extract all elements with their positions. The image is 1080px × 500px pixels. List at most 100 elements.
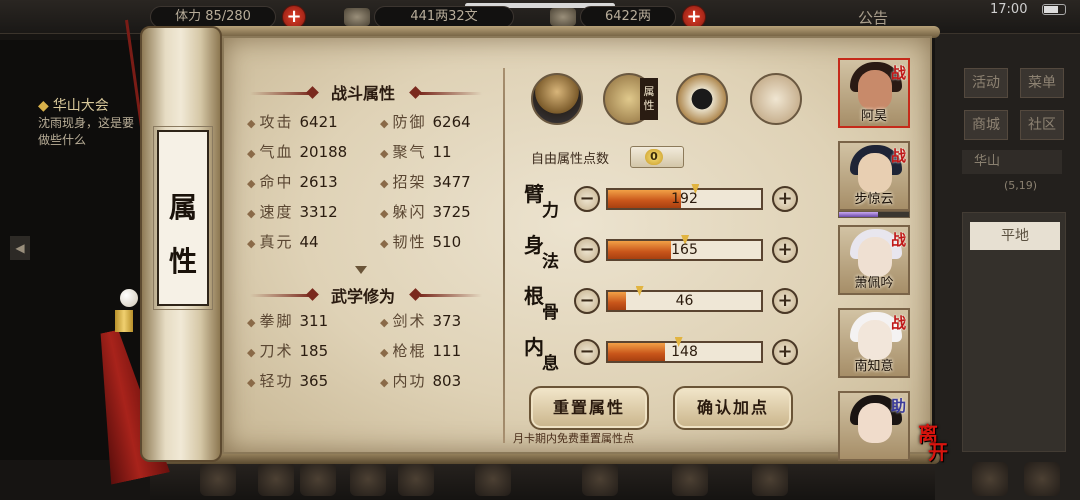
stat-label: 韧性: [392, 233, 427, 251]
increase-attribute-button[interactable]: +: [772, 186, 798, 212]
meridian-tab-body-icon[interactable]: [750, 73, 802, 125]
reset-attributes-button[interactable]: 重置属性: [529, 386, 649, 430]
jade-bead-icon: [120, 289, 138, 307]
menu-button[interactable]: 菜单: [1020, 68, 1064, 98]
quest-title[interactable]: 华山大会: [38, 95, 109, 115]
community-button[interactable]: 社区: [1020, 110, 1064, 140]
bottom-nav-icon[interactable]: [672, 462, 708, 496]
stat-label: 躲闪: [392, 203, 427, 221]
attribute-name-char: 息: [542, 354, 559, 374]
martial-stat-row: ◆ 剑术 373: [380, 310, 461, 331]
bottom-nav-icon[interactable]: [200, 462, 236, 496]
stat-diamond-icon: ◆: [247, 207, 256, 220]
stat-value: 365: [299, 372, 329, 390]
terrain-plain-label: 平地: [970, 222, 1060, 250]
column-divider: [503, 68, 505, 443]
stat-value: 6421: [299, 113, 338, 131]
cultivation-mini-fill: [839, 212, 878, 217]
bottom-nav-icon[interactable]: [300, 462, 336, 496]
attribute-name: 身法: [522, 229, 566, 279]
leave-button[interactable]: 离 开: [918, 424, 948, 464]
attribute-name-char: 身: [524, 233, 544, 257]
stat-diamond-icon: ◆: [380, 207, 389, 220]
stat-label: 剑术: [392, 312, 427, 330]
bottom-nav-icon[interactable]: [258, 462, 294, 496]
member-name: 萧佩吟: [854, 276, 894, 291]
shop-button[interactable]: 商城: [964, 110, 1008, 140]
stat-diamond-icon: ◆: [247, 376, 256, 389]
party-member-portrait[interactable]: 战萧佩吟: [838, 225, 910, 295]
attributes-tab-label: 属性: [640, 78, 658, 120]
confirm-points-button[interactable]: 确认加点: [673, 386, 793, 430]
combat-stat-row: ◆ 攻击 6421: [247, 111, 338, 132]
decrease-attribute-button[interactable]: −: [574, 339, 600, 365]
notice-button[interactable]: 公告: [858, 7, 888, 28]
portrait-face-icon: [858, 403, 892, 443]
stat-value: 20188: [299, 143, 348, 161]
stat-label: 聚气: [392, 143, 427, 161]
quest-description: 沈雨现身，这是要做些什么: [38, 116, 135, 147]
bottom-nav-icon[interactable]: [1024, 462, 1060, 496]
party-member-portrait[interactable]: 战步惊云: [838, 141, 910, 211]
combat-stat-row: ◆ 韧性 510: [380, 231, 461, 252]
stat-diamond-icon: ◆: [247, 316, 256, 329]
stat-diamond-icon: ◆: [247, 237, 256, 250]
stat-label: 刀术: [259, 342, 294, 360]
combat-stat-row: ◆ 聚气 11: [380, 141, 452, 162]
equipment-tab-straw-hat-icon[interactable]: [531, 73, 583, 125]
cultivation-mini-bar: [838, 211, 910, 218]
party-member-portrait[interactable]: 助: [838, 391, 910, 461]
leave-char: 开: [928, 440, 948, 464]
increase-attribute-button[interactable]: +: [772, 339, 798, 365]
copper-display: 441两32文: [374, 6, 514, 28]
location-coords: (5,19): [1004, 179, 1038, 192]
scroll-title-char: 性: [168, 245, 197, 278]
attribute-name-char: 力: [542, 201, 559, 221]
combat-section-title: 战斗属性: [330, 84, 395, 103]
free-points-label: 自由属性点数: [531, 152, 610, 167]
decrease-attribute-button[interactable]: −: [574, 237, 600, 263]
stat-diamond-icon: ◆: [380, 117, 389, 130]
stat-value: 185: [299, 342, 329, 360]
party-member-portrait[interactable]: 战阿昊: [838, 58, 910, 128]
stat-diamond-icon: ◆: [380, 237, 389, 250]
stat-value: 111: [432, 342, 462, 360]
martial-section-title: 武学修为: [330, 287, 395, 306]
stat-value: 3312: [299, 203, 338, 221]
stamina-display: 体力 85/280: [150, 6, 276, 28]
attribute-value: 46: [675, 293, 694, 309]
member-role-tag: 战: [890, 147, 906, 165]
title-ornament: [250, 294, 312, 297]
member-name: 步惊云: [854, 192, 894, 207]
stat-value: 11: [432, 143, 452, 161]
stat-value: 2613: [299, 173, 338, 191]
increase-attribute-button[interactable]: +: [772, 237, 798, 263]
bagua-tab-icon[interactable]: [676, 73, 728, 125]
stat-label: 拳脚: [259, 312, 294, 330]
silver-ingot-icon: [550, 8, 576, 26]
bottom-nav-icon[interactable]: [475, 462, 511, 496]
tassel-cap: [115, 310, 133, 332]
activity-button[interactable]: 活动: [964, 68, 1008, 98]
bottom-nav-icon[interactable]: [582, 462, 618, 496]
martial-stat-row: ◆ 拳脚 311: [247, 310, 328, 331]
portrait-face-icon: [858, 70, 892, 110]
decrease-attribute-button[interactable]: −: [574, 186, 600, 212]
attribute-name-char: 法: [542, 252, 559, 272]
stat-label: 真元: [259, 233, 294, 251]
stat-value: 3725: [432, 203, 471, 221]
bottom-nav-icon[interactable]: [350, 462, 386, 496]
stat-label: 枪棍: [392, 342, 427, 360]
combat-stat-row: ◆ 招架 3477: [380, 171, 471, 192]
attribute-name: 根骨: [522, 280, 566, 330]
scroll-title-label: 属 性: [153, 126, 213, 310]
bottom-nav-icon[interactable]: [398, 462, 434, 496]
member-role-tag: 助: [890, 397, 906, 415]
location-row[interactable]: 华山 (5,19): [962, 150, 1062, 192]
bottom-nav-icon[interactable]: [972, 462, 1008, 496]
increase-attribute-button[interactable]: +: [772, 288, 798, 314]
collapse-left-arrow-icon[interactable]: ◀: [10, 236, 30, 260]
party-member-portrait[interactable]: 战南知意: [838, 308, 910, 378]
decrease-attribute-button[interactable]: −: [574, 288, 600, 314]
bottom-nav-icon[interactable]: [752, 462, 788, 496]
